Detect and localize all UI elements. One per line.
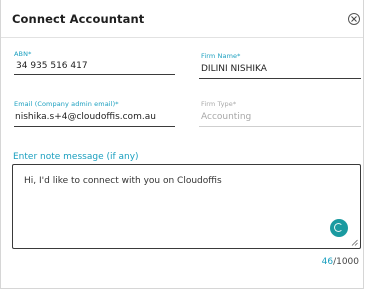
email-underline bbox=[14, 126, 175, 127]
abn-input[interactable]: 34 935 516 417 bbox=[16, 61, 88, 71]
dialog-title: Connect Accountant bbox=[12, 12, 145, 26]
firm-name-label: Firm Name* bbox=[201, 52, 241, 60]
dialog-header: Connect Accountant bbox=[1, 0, 363, 38]
grammarly-icon[interactable] bbox=[330, 219, 348, 237]
note-text: Hi, I'd like to connect with you on Clou… bbox=[24, 176, 222, 186]
resize-handle-icon[interactable] bbox=[351, 239, 358, 246]
abn-label: ABN* bbox=[14, 50, 32, 58]
email-input[interactable]: nishika.s+4@cloudoffis.com.au bbox=[15, 112, 156, 122]
connect-accountant-dialog: Connect Accountant ABN* 34 935 516 417 F… bbox=[0, 0, 364, 289]
abn-underline bbox=[14, 74, 175, 75]
firm-name-input[interactable]: DILINI NISHIKA bbox=[201, 64, 267, 74]
note-textarea[interactable]: Hi, I'd like to connect with you on Clou… bbox=[12, 164, 361, 249]
character-counter: 46/1000 bbox=[322, 257, 359, 267]
email-label: Email (Company admin email)* bbox=[14, 100, 119, 108]
close-icon[interactable] bbox=[348, 13, 360, 25]
note-label: Enter note message (if any) bbox=[13, 152, 139, 162]
character-max: /1000 bbox=[333, 257, 359, 267]
firm-type-input: Accounting bbox=[201, 112, 252, 122]
firm-name-underline bbox=[199, 78, 361, 79]
character-count: 46 bbox=[321, 257, 334, 267]
firm-type-label: Firm Type* bbox=[201, 100, 237, 108]
firm-type-underline bbox=[199, 126, 361, 127]
